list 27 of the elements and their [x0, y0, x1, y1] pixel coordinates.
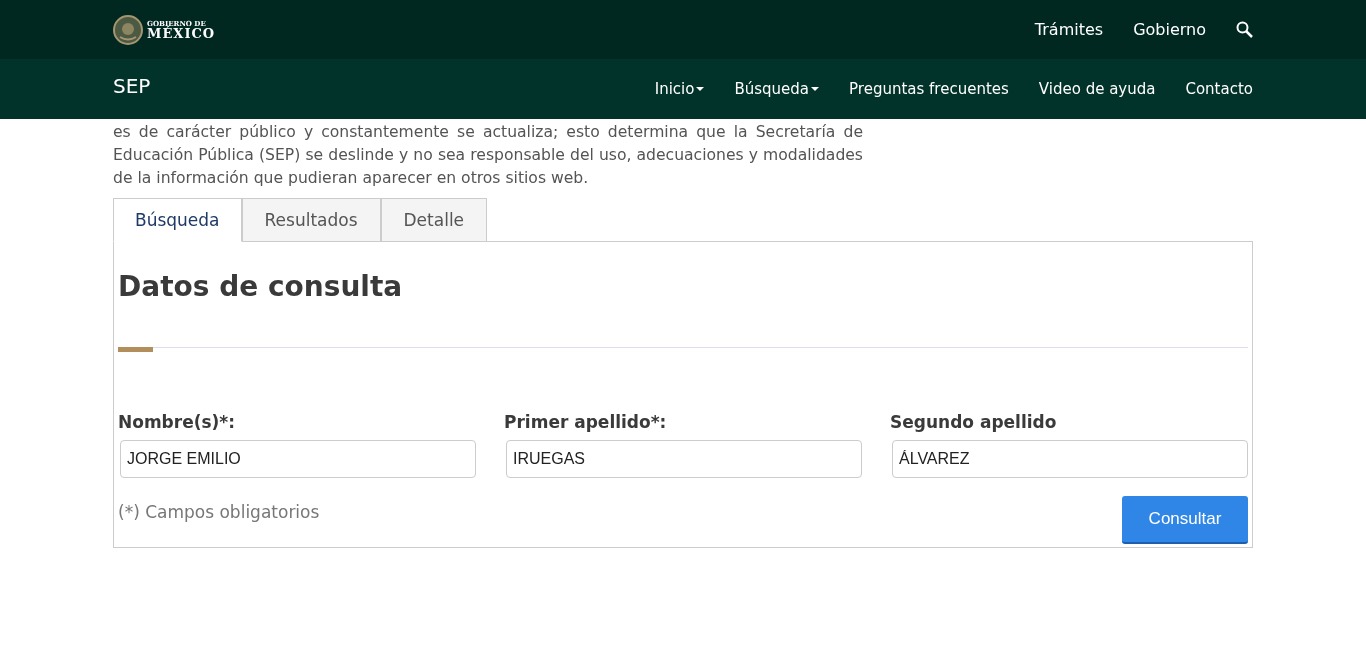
required-note: (*) Campos obligatorios [118, 502, 320, 522]
caret-icon [811, 87, 820, 91]
input-field[interactable]: IRUEGAS [506, 440, 862, 478]
logo-text: MÉXICO [147, 26, 216, 40]
intro-paragraph: es de carácter público y constantemente se actualiza; esto determina que la Secretaría de Educación Pública (SEP) se deslinde y no sea responsable del uso, adecuaciones y modalidades de la información que pudieran aparecer en otros sitios web. [113, 122, 863, 189]
site-title[interactable]: SEP [113, 74, 151, 98]
consultar-button[interactable]: Consultar [1122, 496, 1248, 544]
nav-link[interactable]: Búsqueda [734, 80, 820, 98]
nav-link[interactable]: Video de ayuda [1038, 80, 1156, 98]
field-label: Nombre(s)*: [118, 412, 237, 432]
top-link[interactable]: Gobierno [1133, 20, 1206, 39]
field-label: Primer apellido*: [504, 412, 668, 432]
input-field[interactable]: ÁLVAREZ [892, 440, 1248, 478]
accent-bar [118, 347, 153, 352]
input-field[interactable]: JORGE EMILIO [120, 440, 476, 478]
tab[interactable]: Detalle [380, 198, 488, 242]
emblem-icon [113, 14, 143, 45]
nav-link[interactable]: Preguntas frecuentes [849, 80, 1009, 98]
nav-link[interactable]: Inicio [654, 80, 705, 98]
search-icon[interactable] [1236, 21, 1253, 38]
field-label: Segundo apellido [890, 412, 1058, 432]
form-title: Datos de consulta [118, 270, 404, 303]
tab[interactable]: Búsqueda [113, 198, 242, 242]
tab[interactable]: Resultados [241, 198, 381, 242]
caret-icon [696, 87, 705, 91]
nav-link[interactable]: Contacto [1185, 80, 1253, 98]
top-link[interactable]: Trámites [1034, 20, 1104, 39]
